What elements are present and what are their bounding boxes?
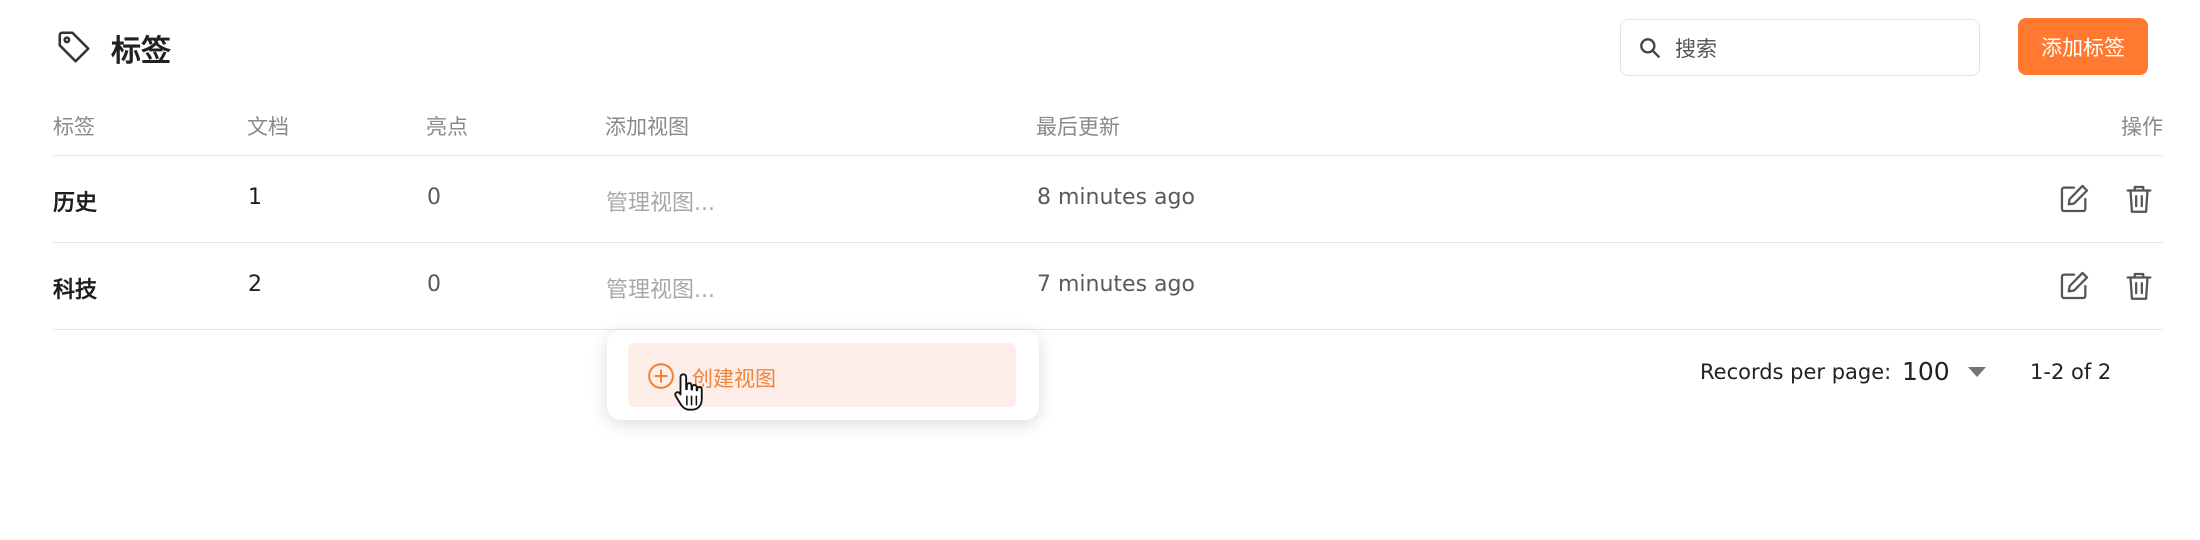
hand-pointer-cursor-icon	[674, 373, 703, 411]
page-title: 标签	[111, 34, 171, 69]
column-header-last-updated[interactable]: 最后更新	[1036, 111, 1120, 141]
trash-icon[interactable]	[2122, 182, 2156, 216]
edit-icon[interactable]	[2057, 182, 2091, 216]
column-header-actions: 操作	[2121, 115, 2163, 139]
table-row: 历史 1 0 管理视图... 8 minutes ago	[53, 156, 2163, 243]
highlight-count: 0	[427, 272, 441, 297]
caret-down-icon[interactable]	[1968, 367, 1986, 377]
records-per-page-select[interactable]: 100	[1902, 357, 1950, 386]
column-header-add-view: 添加视图	[605, 115, 689, 139]
search-box[interactable]	[1620, 19, 1980, 77]
pagination-range: 1-2 of 2	[2030, 360, 2112, 384]
last-updated: 7 minutes ago	[1037, 272, 1195, 297]
search-input[interactable]	[1673, 20, 1967, 77]
trash-icon[interactable]	[2122, 269, 2156, 303]
manage-views-select[interactable]: 管理视图...	[606, 272, 715, 304]
column-header-tag[interactable]: 标签	[53, 111, 95, 141]
column-header-highlights[interactable]: 亮点	[426, 111, 468, 141]
document-count: 1	[248, 185, 262, 210]
manage-views-select[interactable]: 管理视图...	[606, 185, 715, 217]
column-header-documents[interactable]: 文档	[247, 111, 289, 141]
tag-name[interactable]: 科技	[53, 272, 97, 304]
page-header: 标签 添加标签	[0, 0, 2200, 95]
last-updated: 8 minutes ago	[1037, 185, 1195, 210]
records-per-page-label: Records per page:	[1700, 360, 1892, 384]
highlight-count: 0	[427, 185, 441, 210]
document-count: 2	[248, 272, 262, 297]
add-tag-button[interactable]: 添加标签	[2018, 18, 2148, 75]
tag-name[interactable]: 历史	[53, 185, 97, 217]
tag-icon	[58, 31, 90, 63]
table-header: 标签 文档 亮点 添加视图 最后更新 操作	[53, 105, 2163, 156]
search-icon	[1640, 38, 1660, 58]
edit-icon[interactable]	[2057, 269, 2091, 303]
table-row: 科技 2 0 管理视图... 7 minutes ago	[53, 243, 2163, 330]
